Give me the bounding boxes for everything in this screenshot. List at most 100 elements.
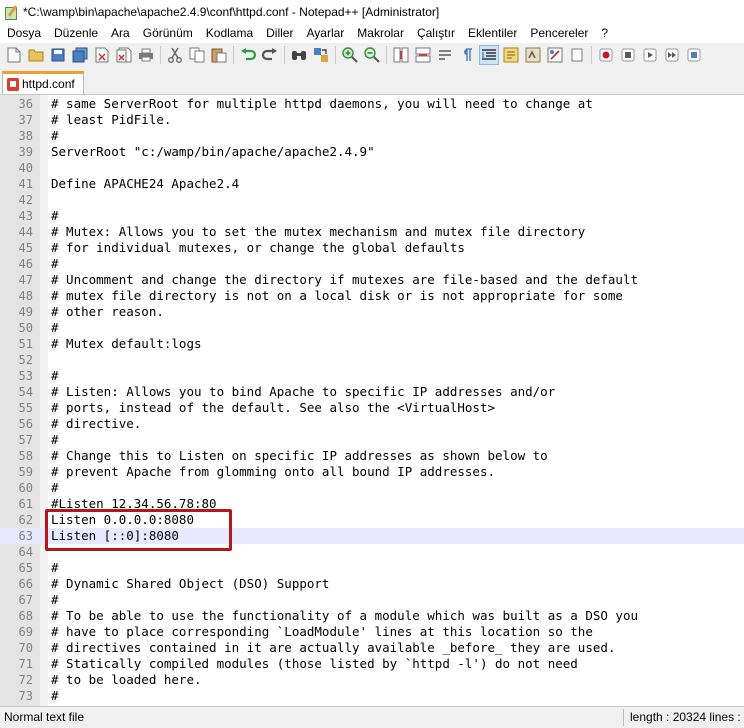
menu-calistir[interactable]: Çalıştır (410, 26, 461, 40)
code-line[interactable]: 60 # (0, 480, 744, 496)
function-list-icon[interactable] (524, 46, 542, 64)
open-file-icon[interactable] (27, 46, 45, 64)
file-modified-icon (7, 77, 19, 91)
code-text: # for individual mutexes, or change the … (51, 240, 465, 255)
line-number: 38 (18, 129, 33, 143)
code-line[interactable]: 59 # prevent Apache from glomming onto al… (0, 464, 744, 480)
code-line[interactable]: 51 # Mutex default:logs (0, 336, 744, 352)
code-line[interactable]: 47 # Uncomment and change the directory i… (0, 272, 744, 288)
code-line[interactable]: 69 # have to place corresponding `LoadMod… (0, 624, 744, 640)
code-line[interactable]: 55 # ports, instead of the default. See a… (0, 400, 744, 416)
menu-ara[interactable]: Ara (104, 26, 136, 40)
print-icon[interactable] (137, 46, 155, 64)
status-bar: Normal text file length : 20324 lines : (0, 706, 744, 728)
menu-gorunum[interactable]: Görünüm (136, 26, 199, 40)
line-number: 36 (18, 97, 33, 111)
code-line[interactable]: 67 # (0, 592, 744, 608)
close-all-icon[interactable] (115, 46, 133, 64)
code-text: ServerRoot "c:/wamp/bin/apache/apache2.4… (51, 144, 375, 159)
code-line[interactable]: 52 (0, 352, 744, 368)
code-line[interactable]: 68 # To be able to use the functionality … (0, 608, 744, 624)
play-macro-icon[interactable] (641, 46, 659, 64)
code-line[interactable]: 54 # Listen: Allows you to bind Apache to… (0, 384, 744, 400)
code-line[interactable]: 43 # (0, 208, 744, 224)
code-line[interactable]: 58 # Change this to Listen on specific IP… (0, 448, 744, 464)
copy-icon[interactable] (188, 46, 206, 64)
toolbar-separator (386, 46, 387, 64)
code-line[interactable]: 48 # mutex file directory is not on a loc… (0, 288, 744, 304)
code-text: # mutex file directory is not on a local… (51, 288, 623, 303)
save-icon[interactable] (49, 46, 67, 64)
line-number: 63 (18, 529, 33, 543)
code-line[interactable]: 50 # (0, 320, 744, 336)
folder-workspace-icon[interactable] (546, 46, 564, 64)
code-line[interactable]: 46 # (0, 256, 744, 272)
record-macro-icon[interactable] (597, 46, 615, 64)
monitoring-icon[interactable] (568, 46, 586, 64)
new-file-icon[interactable] (5, 46, 23, 64)
code-line[interactable]: 57 # (0, 432, 744, 448)
zoom-in-icon[interactable] (341, 46, 359, 64)
code-text: # (51, 256, 59, 271)
code-line[interactable]: 49 # other reason. (0, 304, 744, 320)
code-line[interactable]: 37 # least PidFile. (0, 112, 744, 128)
code-line[interactable]: 70 # directives contained in it are actua… (0, 640, 744, 656)
menu-pencereler[interactable]: Pencereler (523, 26, 594, 40)
indent-guide-icon[interactable] (479, 45, 499, 65)
menu-diller[interactable]: Diller (259, 26, 299, 40)
code-line[interactable]: 72 # to be loaded here. (0, 672, 744, 688)
line-number: 51 (18, 337, 33, 351)
doc-map-icon[interactable] (502, 46, 520, 64)
code-line[interactable]: 71 # Statically compiled modules (those l… (0, 656, 744, 672)
code-line[interactable]: 53 # (0, 368, 744, 384)
menu-dosya[interactable]: Dosya (0, 26, 47, 40)
save-all-icon[interactable] (71, 46, 89, 64)
undo-icon[interactable] (239, 46, 257, 64)
code-text: # (51, 320, 59, 335)
stop-macro-icon[interactable] (619, 46, 637, 64)
code-line[interactable]: 42 (0, 192, 744, 208)
code-line[interactable]: 38 # (0, 128, 744, 144)
code-line[interactable]: 45 # for individual mutexes, or change th… (0, 240, 744, 256)
menu-eklentiler[interactable]: Eklentiler (461, 26, 523, 40)
code-text: # (51, 128, 59, 143)
code-line[interactable]: 41 Define APACHE24 Apache2.4 (0, 176, 744, 192)
menu-duzenle[interactable]: Düzenle (47, 26, 104, 40)
code-line[interactable]: 36 # same ServerRoot for multiple httpd d… (0, 96, 744, 112)
menu-ayarlar[interactable]: Ayarlar (299, 26, 350, 40)
paste-icon[interactable] (210, 46, 228, 64)
code-line[interactable]: 66 # Dynamic Shared Object (DSO) Support (0, 576, 744, 592)
find-icon[interactable] (290, 46, 308, 64)
line-number: 42 (18, 193, 33, 207)
toolbar (0, 43, 744, 67)
code-text: # least PidFile. (51, 112, 172, 127)
run-macro-multiple-icon[interactable] (663, 46, 681, 64)
code-line[interactable]: 39 ServerRoot "c:/wamp/bin/apache/apache2… (0, 144, 744, 160)
sync-horizontal-icon[interactable] (414, 46, 432, 64)
tab-label: httpd.conf (22, 77, 75, 91)
replace-icon[interactable] (312, 46, 330, 64)
code-line[interactable]: 44 # Mutex: Allows you to set the mutex m… (0, 224, 744, 240)
code-text: # Mutex default:logs (51, 336, 202, 351)
code-line[interactable]: 73 # (0, 688, 744, 704)
code-line[interactable]: 56 # directive. (0, 416, 744, 432)
save-macro-icon[interactable] (685, 46, 703, 64)
sync-vertical-icon[interactable] (392, 46, 410, 64)
menu-makrolar[interactable]: Makrolar (350, 26, 410, 40)
editor[interactable]: 36 # same ServerRoot for multiple httpd d… (0, 94, 744, 707)
line-number: 69 (18, 625, 33, 639)
redo-icon[interactable] (261, 46, 279, 64)
close-icon[interactable] (93, 46, 111, 64)
show-all-chars-icon[interactable] (458, 46, 476, 64)
tab-httpd-conf[interactable]: httpd.conf (2, 71, 84, 94)
line-number: 67 (18, 593, 33, 607)
menu-help[interactable]: ? (594, 26, 614, 40)
code-text: # other reason. (51, 304, 164, 319)
code-line[interactable]: 40 (0, 160, 744, 176)
cut-icon[interactable] (166, 46, 184, 64)
line-number: 37 (18, 113, 33, 127)
word-wrap-icon[interactable] (436, 46, 454, 64)
menu-kodlama[interactable]: Kodlama (199, 26, 259, 40)
zoom-out-icon[interactable] (363, 46, 381, 64)
code-line[interactable]: 65 # (0, 560, 744, 576)
